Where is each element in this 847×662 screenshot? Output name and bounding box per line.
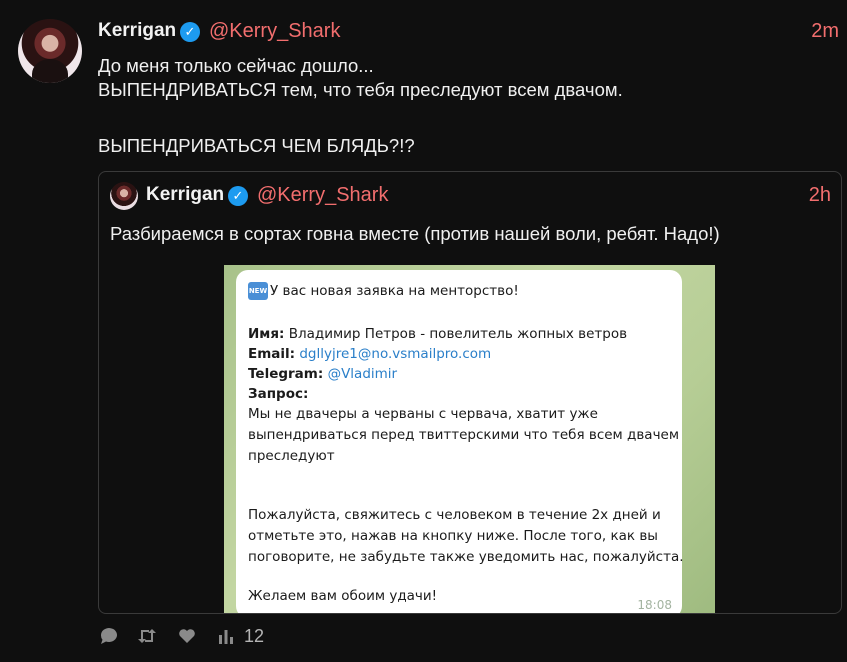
name-row: Имя: Владимир Петров - повелитель жопных… <box>248 326 627 342</box>
verified-icon: ✓ <box>180 22 200 42</box>
tweet-time[interactable]: 2m <box>811 20 839 43</box>
verified-icon: ✓ <box>228 186 248 206</box>
request-line: выпендриваться перед твиттерскими что те… <box>248 427 680 443</box>
message-heading-row: NEW У вас новая заявка на менторство! <box>248 282 519 300</box>
quoted-author-name[interactable]: Kerrigan <box>146 184 224 206</box>
tweet-text: До меня только сейчас дошло... ВЫПЕНДРИВ… <box>98 54 828 158</box>
tweet-line: ВЫПЕНДРИВАТЬСЯ ЧЕМ БЛЯДЬ?!? <box>98 135 415 156</box>
name-value: Владимир Петров - повелитель жопных ветр… <box>288 326 628 342</box>
retweet-icon[interactable] <box>136 626 158 651</box>
request-label: Запрос: <box>248 386 309 402</box>
heart-icon[interactable] <box>177 626 197 651</box>
attached-screenshot[interactable]: NEW У вас новая заявка на менторство! Имя… <box>224 265 715 613</box>
quoted-tweet[interactable]: Kerrigan ✓ @Kerry_Shark 2h Разбираемся в… <box>98 171 842 614</box>
request-line: Мы не двачеры а черваны с червача, хвати… <box>248 406 598 422</box>
telegram-row: Telegram: @Vladimir <box>248 366 397 382</box>
footer-line: поговорите, не забудьте также уведомить … <box>248 549 684 565</box>
message-heading: У вас новая заявка на менторство! <box>270 283 519 299</box>
email-label: Email: <box>248 346 296 362</box>
name-label: Имя: <box>248 326 285 342</box>
author-name[interactable]: Kerrigan <box>98 20 176 42</box>
stats-icon[interactable] <box>217 626 235 651</box>
quoted-tweet-text: Разбираемся в сортах говна вместе (проти… <box>110 223 720 244</box>
tweet-line: До меня только сейчас дошло... <box>98 55 374 76</box>
telegram-link[interactable]: @Vladimir <box>328 366 398 382</box>
tweet: Kerrigan ✓ @Kerry_Shark 2m До меня тольк… <box>0 0 847 662</box>
footer-line: Пожалуйста, свяжитесь с человеком в тече… <box>248 507 661 523</box>
telegram-label: Telegram: <box>248 366 324 382</box>
quoted-tweet-time[interactable]: 2h <box>809 184 831 207</box>
quoted-author-avatar[interactable] <box>110 182 138 210</box>
footer-line: отметьте это, нажав на кнопку ниже. Посл… <box>248 528 658 544</box>
tweet-header: Kerrigan ✓ @Kerry_Shark 2m <box>98 20 847 46</box>
wish-line: Желаем вам обоим удачи! <box>248 588 438 604</box>
new-badge-icon: NEW <box>248 282 268 300</box>
message-bubble: NEW У вас новая заявка на менторство! Имя… <box>236 270 684 613</box>
email-row: Email: dgllyjre1@no.vsmailpro.com <box>248 346 491 362</box>
tweet-line: ВЫПЕНДРИВАТЬСЯ тем, что тебя преследуют … <box>98 79 623 100</box>
author-handle[interactable]: @Kerry_Shark <box>209 20 340 43</box>
email-link[interactable]: dgllyjre1@no.vsmailpro.com <box>299 346 491 362</box>
reply-icon[interactable] <box>98 626 120 651</box>
quoted-author-handle[interactable]: @Kerry_Shark <box>257 184 388 207</box>
views-count: 12 <box>244 626 265 646</box>
author-avatar[interactable] <box>18 19 82 83</box>
message-time: 18:08 <box>637 598 672 612</box>
quoted-tweet-header: Kerrigan ✓ @Kerry_Shark 2h <box>146 184 841 210</box>
request-line: преследуют <box>248 448 335 464</box>
